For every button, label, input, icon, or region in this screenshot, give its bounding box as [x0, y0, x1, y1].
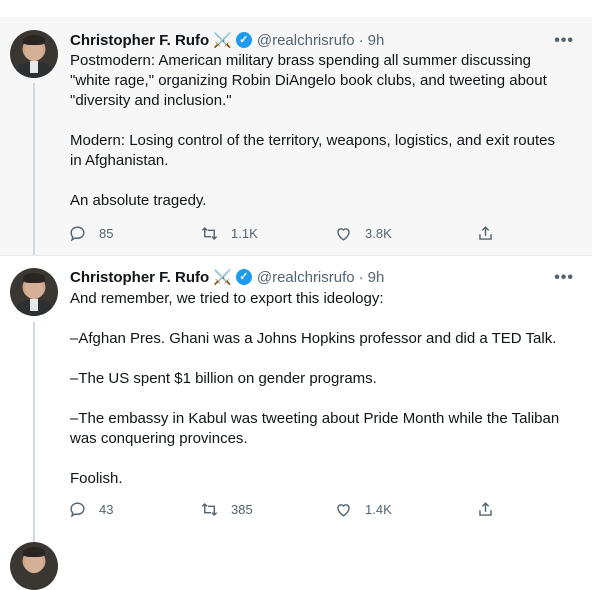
next-tweet-avatar[interactable]: [10, 542, 58, 590]
tweet-paragraph: Postmodern: American military brass spen…: [70, 52, 547, 109]
tweet-paragraph: –The embassy in Kabul was tweeting about…: [70, 410, 560, 447]
retweet-icon: [201, 226, 218, 241]
tweet-1[interactable]: Christopher F. Rufo ⚔️ ✓ @realchrisrufo …: [0, 17, 592, 255]
share-icon: [479, 502, 492, 516]
share-button[interactable]: [476, 500, 495, 519]
like-count: 1.4K: [365, 502, 392, 517]
like-button[interactable]: 3.8K: [334, 224, 392, 243]
like-count: 3.8K: [365, 226, 392, 241]
thread-line: [33, 83, 35, 255]
author-name[interactable]: Christopher F. Rufo: [70, 32, 209, 49]
separator-dot: ·: [358, 31, 364, 49]
avatar[interactable]: [10, 30, 58, 78]
tweet-paragraph: Foolish.: [70, 470, 123, 487]
tweet-paragraph: And remember, we tried to export this id…: [70, 290, 384, 307]
tweet-header: Christopher F. Rufo ⚔️ ✓ @realchrisrufo …: [70, 268, 385, 287]
thread-line: [33, 322, 35, 542]
tweet-time[interactable]: 9h: [368, 32, 385, 49]
more-options-icon[interactable]: •••: [554, 32, 574, 50]
reply-button[interactable]: 85: [68, 224, 113, 243]
reply-count: 43: [99, 502, 114, 517]
share-button[interactable]: [476, 224, 495, 243]
retweet-icon: [201, 502, 218, 517]
retweet-button[interactable]: 1.1K: [200, 224, 258, 243]
verified-badge-icon: ✓: [235, 32, 252, 48]
tweet-header: Christopher F. Rufo ⚔️ ✓ @realchrisrufo …: [70, 31, 385, 50]
reply-button[interactable]: 43: [68, 500, 113, 519]
author-name[interactable]: Christopher F. Rufo: [70, 269, 209, 286]
like-button[interactable]: 1.4K: [334, 500, 392, 519]
tweet-paragraph: An absolute tragedy.: [70, 192, 207, 209]
author-handle[interactable]: @realchrisrufo: [257, 269, 355, 286]
swords-emoji: ⚔️: [213, 269, 232, 286]
tweet-paragraph: –The US spent $1 billion on gender progr…: [70, 370, 377, 387]
verified-badge-icon: ✓: [235, 269, 252, 285]
author-handle[interactable]: @realchrisrufo: [257, 32, 355, 49]
tweet-actions: 85 1.1K 3.8K: [68, 224, 508, 246]
reply-icon: [70, 226, 85, 242]
avatar[interactable]: [10, 268, 58, 316]
more-options-icon[interactable]: •••: [554, 269, 574, 287]
swords-emoji: ⚔️: [213, 32, 232, 49]
tweet-2[interactable]: Christopher F. Rufo ⚔️ ✓ @realchrisrufo …: [0, 256, 592, 542]
tweet-text: Postmodern: American military brass spen…: [70, 51, 570, 231]
retweet-count: 385: [231, 502, 253, 517]
retweet-count: 1.1K: [231, 226, 258, 241]
heart-icon: [337, 504, 350, 517]
reply-count: 85: [99, 226, 114, 241]
share-icon: [479, 226, 492, 240]
tweet-paragraph: Modern: Losing control of the territory,…: [70, 132, 555, 169]
retweet-button[interactable]: 385: [200, 500, 253, 519]
tweet-paragraph: –Afghan Pres. Ghani was a Johns Hopkins …: [70, 330, 557, 347]
heart-icon: [337, 228, 350, 241]
separator-dot: ·: [358, 268, 364, 286]
tweet-time[interactable]: 9h: [368, 269, 385, 286]
reply-icon: [70, 502, 85, 518]
tweet-text: And remember, we tried to export this id…: [70, 289, 570, 509]
tweet-actions: 43 385 1.4K: [68, 500, 508, 522]
